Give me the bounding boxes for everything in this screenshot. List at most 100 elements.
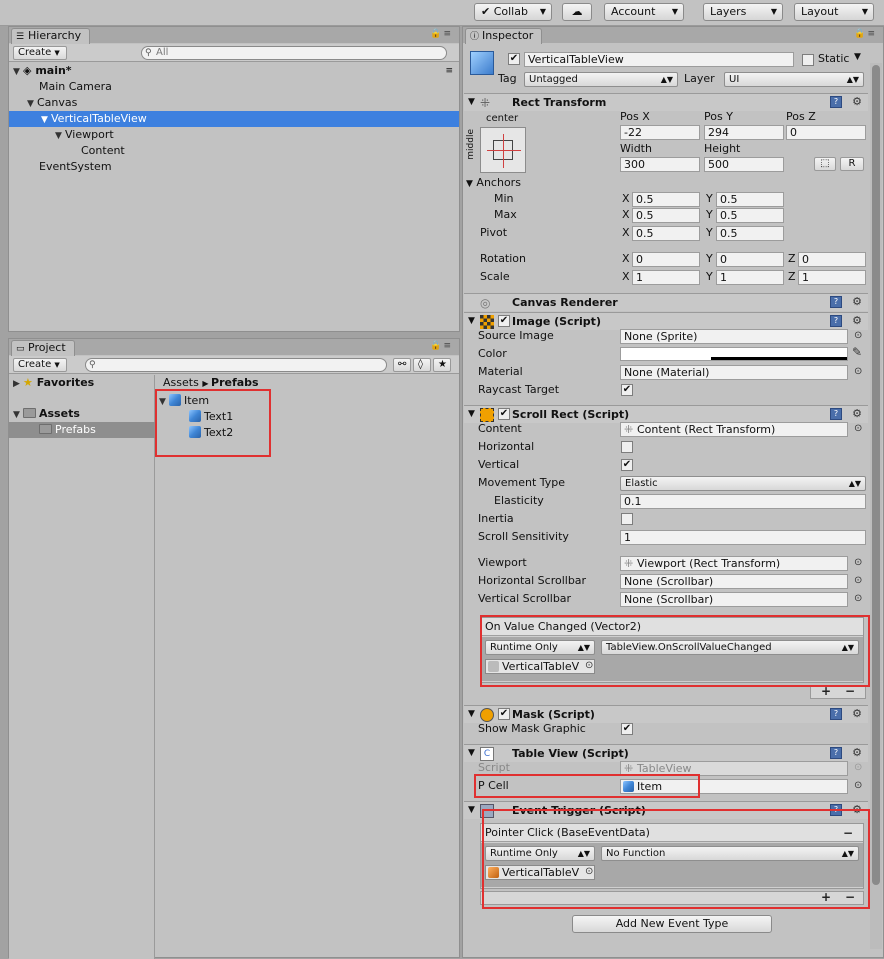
object-picker-icon[interactable]: ⊙ bbox=[854, 780, 862, 791]
object-picker-icon[interactable]: ⊙ bbox=[854, 366, 862, 377]
anchor-presets-button[interactable] bbox=[480, 127, 526, 173]
remove-listener-button[interactable]: − bbox=[845, 684, 855, 698]
eyedropper-icon[interactable]: ✎ bbox=[852, 345, 862, 359]
help-book-icon[interactable]: ? bbox=[830, 708, 842, 720]
raycast-target-checkbox[interactable]: ✔ bbox=[621, 384, 633, 396]
image-enabled-checkbox[interactable]: ✔ bbox=[498, 315, 510, 327]
object-picker-icon[interactable]: ⊙ bbox=[854, 423, 862, 434]
posx-field[interactable]: -22 bbox=[620, 125, 700, 140]
breadcrumb-assets[interactable]: Assets bbox=[163, 376, 199, 389]
runtime-only-dropdown[interactable]: Runtime Only ▲▼ bbox=[485, 846, 595, 861]
scale-y-field[interactable]: 1 bbox=[716, 270, 784, 285]
rotation-z-field[interactable]: 0 bbox=[798, 252, 866, 267]
viewport-field[interactable]: ⁜ Viewport (Rect Transform) bbox=[620, 556, 848, 571]
mask-enabled-checkbox[interactable]: ✔ bbox=[498, 708, 510, 720]
hierarchy-item-viewport[interactable]: ▼ Viewport bbox=[55, 127, 114, 143]
vertical-scrollbar-field[interactable]: None (Scrollbar) bbox=[620, 592, 848, 607]
horizontal-scrollbar-field[interactable]: None (Scrollbar) bbox=[620, 574, 848, 589]
panel-menu-icon[interactable]: 🔒≡ bbox=[430, 341, 453, 351]
gear-icon[interactable]: ⚙ bbox=[852, 295, 862, 308]
help-book-icon[interactable]: ? bbox=[830, 747, 842, 759]
add-listener-button[interactable]: + bbox=[821, 890, 831, 904]
anchor-min-x-field[interactable]: 0.5 bbox=[632, 192, 700, 207]
favorites-item[interactable]: ▶ ★ Favorites bbox=[13, 375, 94, 391]
layers-button[interactable]: Layers ▼ bbox=[703, 3, 783, 21]
layer-dropdown[interactable]: UI ▲▼ bbox=[724, 72, 864, 87]
add-listener-button[interactable]: + bbox=[821, 684, 831, 698]
object-picker-icon[interactable]: ⊙ bbox=[854, 557, 862, 568]
filter-label-button[interactable]: ◊ bbox=[413, 358, 431, 372]
content-field[interactable]: ⁜ Content (Rect Transform) bbox=[620, 422, 848, 437]
pivot-x-field[interactable]: 0.5 bbox=[632, 226, 700, 241]
function-dropdown[interactable]: TableView.OnScrollValueChanged ▲▼ bbox=[601, 640, 859, 655]
gameobject-active-checkbox[interactable]: ✔ bbox=[508, 53, 520, 65]
vertical-checkbox[interactable]: ✔ bbox=[621, 459, 633, 471]
account-button[interactable]: Account ▼ bbox=[604, 3, 684, 21]
color-field[interactable] bbox=[620, 347, 848, 361]
inertia-checkbox[interactable] bbox=[621, 513, 633, 525]
posy-field[interactable]: 294 bbox=[704, 125, 784, 140]
tab-project[interactable]: ▭ Project bbox=[11, 340, 75, 356]
posz-field[interactable]: 0 bbox=[786, 125, 866, 140]
hierarchy-item-canvas[interactable]: ▼ Canvas bbox=[27, 95, 77, 111]
scene-menu-icon[interactable]: ≡ bbox=[445, 63, 453, 79]
object-picker-icon[interactable]: ⊙ bbox=[854, 593, 862, 604]
panel-menu-icon[interactable]: 🔒≡ bbox=[854, 29, 877, 39]
anchor-min-y-field[interactable]: 0.5 bbox=[716, 192, 784, 207]
scroll-sensitivity-field[interactable]: 1 bbox=[620, 530, 866, 545]
horizontal-checkbox[interactable] bbox=[621, 441, 633, 453]
breadcrumb-prefabs[interactable]: Prefabs bbox=[211, 376, 259, 389]
hierarchy-item-content[interactable]: Content bbox=[81, 143, 125, 159]
pcell-field[interactable]: Item bbox=[620, 779, 848, 794]
scroll-rect-header[interactable]: ▼ ✔ Scroll Rect (Script) ? ⚙ bbox=[464, 405, 868, 423]
filter-type-button[interactable]: ⚯ bbox=[393, 358, 411, 372]
gear-icon[interactable]: ⚙ bbox=[852, 803, 862, 816]
help-book-icon[interactable]: ? bbox=[830, 96, 842, 108]
width-field[interactable]: 300 bbox=[620, 157, 700, 172]
gameobject-name-field[interactable]: VerticalTableView bbox=[524, 52, 794, 67]
scale-x-field[interactable]: 1 bbox=[632, 270, 700, 285]
help-book-icon[interactable]: ? bbox=[830, 408, 842, 420]
prefab-child-text1[interactable]: Text1 bbox=[189, 409, 233, 425]
prefabs-folder-item[interactable]: Prefabs bbox=[9, 422, 155, 438]
help-book-icon[interactable]: ? bbox=[830, 315, 842, 327]
movement-type-dropdown[interactable]: Elastic ▲▼ bbox=[620, 476, 866, 491]
help-book-icon[interactable]: ? bbox=[830, 296, 842, 308]
object-picker-icon[interactable]: ⊙ bbox=[854, 575, 862, 586]
inspector-scrollbar[interactable] bbox=[870, 63, 882, 949]
object-picker-icon[interactable]: ⊙ bbox=[854, 330, 862, 341]
rotation-y-field[interactable]: 0 bbox=[716, 252, 784, 267]
panel-menu-icon[interactable]: 🔒≡ bbox=[430, 29, 453, 39]
scrollbar-thumb[interactable] bbox=[872, 65, 880, 885]
layout-button[interactable]: Layout ▼ bbox=[794, 3, 874, 21]
remove-event-button[interactable]: − bbox=[843, 824, 853, 842]
function-dropdown[interactable]: No Function ▲▼ bbox=[601, 846, 859, 861]
collab-button[interactable]: ✔ Collab ▼ bbox=[474, 3, 552, 21]
prefab-item[interactable]: ▼ Item bbox=[159, 393, 209, 409]
static-checkbox[interactable] bbox=[802, 54, 814, 66]
hierarchy-search-input[interactable]: ⚲ All bbox=[141, 46, 447, 60]
gear-icon[interactable]: ⚙ bbox=[852, 314, 862, 327]
blueprint-mode-button[interactable]: ⬚ bbox=[814, 157, 836, 171]
show-mask-graphic-checkbox[interactable]: ✔ bbox=[621, 723, 633, 735]
help-book-icon[interactable]: ? bbox=[830, 804, 842, 816]
tab-hierarchy[interactable]: ☰ Hierarchy bbox=[11, 28, 91, 44]
material-field[interactable]: None (Material) bbox=[620, 365, 848, 380]
scroll-rect-enabled-checkbox[interactable]: ✔ bbox=[498, 408, 510, 420]
static-dropdown-icon[interactable]: ▼ bbox=[854, 52, 861, 62]
anchors-foldout[interactable]: ▼ Anchors bbox=[466, 175, 521, 191]
hierarchy-item-eventsystem[interactable]: EventSystem bbox=[39, 159, 112, 175]
project-search-input[interactable]: ⚲ bbox=[85, 358, 387, 372]
gear-icon[interactable]: ⚙ bbox=[852, 707, 862, 720]
favorite-filter-button[interactable]: ★ bbox=[433, 358, 451, 372]
anchor-max-y-field[interactable]: 0.5 bbox=[716, 208, 784, 223]
create-button[interactable]: Create ▼ bbox=[13, 358, 67, 372]
table-view-header[interactable]: ▼ C Table View (Script) ? ⚙ bbox=[464, 744, 868, 762]
gear-icon[interactable]: ⚙ bbox=[852, 746, 862, 759]
object-picker-icon[interactable]: ⊙ bbox=[585, 866, 593, 877]
add-new-event-type-button[interactable]: Add New Event Type bbox=[572, 915, 772, 933]
event-trigger-header[interactable]: ▼ Event Trigger (Script) ? ⚙ bbox=[464, 801, 868, 819]
assets-item[interactable]: ▼ Assets bbox=[13, 406, 80, 422]
canvas-renderer-header[interactable]: ◎ Canvas Renderer ? ⚙ bbox=[464, 293, 868, 311]
gear-icon[interactable]: ⚙ bbox=[852, 407, 862, 420]
